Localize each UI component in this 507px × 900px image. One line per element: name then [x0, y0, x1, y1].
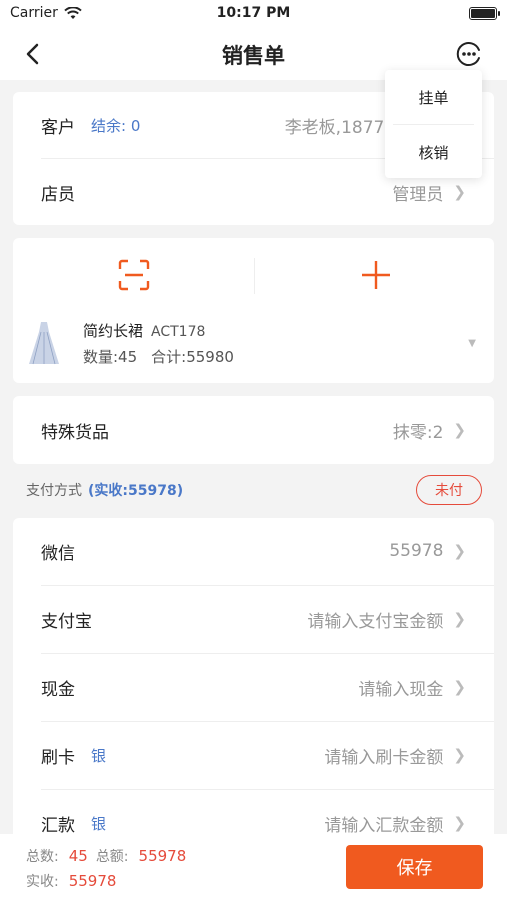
goods-summary-line: 数量:45 合计:55980: [83, 346, 234, 367]
expand-caret-icon[interactable]: ▼: [468, 338, 476, 349]
customer-label: 客户: [41, 117, 75, 138]
chevron-right-icon: ❯: [453, 814, 466, 832]
payment-method-value: 55978: [389, 541, 444, 561]
chevron-right-icon: ❯: [453, 678, 466, 696]
status-time: 10:17 PM: [216, 5, 291, 21]
special-goods-card: 特殊货品 抹零:2 ❯: [13, 396, 494, 464]
bank-tag[interactable]: 银: [91, 745, 106, 766]
payment-method-label: 微信: [41, 543, 75, 564]
payment-status-badge[interactable]: 未付: [416, 475, 482, 505]
more-circle-icon: [456, 42, 480, 66]
bottom-bar: 总数: 45 总额: 55978 实收: 55978 保存: [0, 834, 507, 900]
payment-value-group: 55978 ❯: [389, 541, 466, 561]
payment-method-input[interactable]: 请输入刷卡金额: [324, 743, 443, 768]
payment-method-input[interactable]: 请输入现金: [358, 675, 443, 700]
clerk-value-group: 管理员 ❯: [392, 180, 466, 205]
special-goods-row[interactable]: 特殊货品 抹零:2 ❯: [13, 396, 494, 464]
goods-name: 简约长裙: [83, 322, 144, 340]
scan-button[interactable]: [117, 258, 151, 292]
menu-item-write-off[interactable]: 核销: [385, 125, 482, 179]
menu-item-hang-order[interactable]: 挂单: [385, 70, 482, 124]
special-goods-label: 特殊货品: [41, 422, 109, 443]
add-goods-button[interactable]: [359, 258, 393, 292]
payment-actual-amount: (实收:55978): [88, 483, 184, 499]
dress-thumbnail: [29, 322, 59, 365]
page-title: 销售单: [222, 44, 285, 68]
more-menu: 挂单 核销: [385, 70, 482, 178]
payment-method-label: 支付宝: [41, 611, 92, 632]
chevron-right-icon: ❯: [453, 421, 466, 439]
goods-quantity: 数量:45: [83, 348, 138, 366]
payment-method-input[interactable]: 请输入汇款金额: [324, 811, 443, 836]
payment-method-input[interactable]: 请输入支付宝金额: [307, 607, 443, 632]
payment-row-alipay[interactable]: 支付宝 请输入支付宝金额 ❯: [13, 586, 494, 652]
goods-name-line: 简约长裙 ACT178: [83, 320, 205, 341]
payment-header: 支付方式 (实收:55978) 未付: [26, 474, 482, 506]
total-amount-label: 总额:: [95, 849, 129, 865]
total-count-value: 45: [68, 847, 88, 865]
plus-icon: [362, 261, 390, 289]
payment-row-card[interactable]: 刷卡 银 请输入刷卡金额 ❯: [13, 722, 494, 788]
action-divider: [254, 258, 255, 294]
payment-row-cash[interactable]: 现金 请输入现金 ❯: [13, 654, 494, 720]
chevron-right-icon: ❯: [453, 183, 466, 201]
chevron-right-icon: ❯: [453, 542, 466, 560]
payment-value-group: 请输入汇款金额 ❯: [324, 811, 466, 836]
summary-line-received: 实收: 55978: [26, 869, 194, 894]
special-goods-value-group: 抹零:2 ❯: [393, 418, 466, 443]
save-button[interactable]: 保存: [346, 845, 483, 889]
chevron-right-icon: ❯: [453, 610, 466, 628]
received-value: 55978: [68, 872, 117, 890]
goods-card: 简约长裙 ACT178 数量:45 合计:55980 ▼: [13, 238, 494, 383]
received-label: 实收:: [26, 874, 59, 890]
payment-method-label: 现金: [41, 679, 75, 700]
payment-method-label: 汇款: [41, 815, 75, 836]
goods-actions: [13, 238, 494, 314]
payment-header-label: 支付方式: [26, 483, 82, 499]
battery-icon: [469, 7, 500, 20]
payment-methods-card: 微信 55978 ❯ 支付宝 请输入支付宝金额 ❯ 现金 请输入现金 ❯ 刷卡 …: [13, 518, 494, 848]
goods-item[interactable]: 简约长裙 ACT178 数量:45 合计:55980 ▼: [13, 314, 494, 382]
payment-value-group: 请输入刷卡金额 ❯: [324, 743, 466, 768]
scan-icon: [118, 259, 150, 291]
total-count-label: 总数:: [26, 849, 59, 865]
payment-value-group: 请输入支付宝金额 ❯: [307, 607, 466, 632]
payment-method-label: 刷卡: [41, 747, 75, 768]
goods-code: ACT178: [151, 324, 206, 340]
order-summary: 总数: 45 总额: 55978 实收: 55978: [26, 844, 194, 894]
clerk-label: 店员: [41, 184, 75, 205]
chevron-right-icon: ❯: [453, 746, 466, 764]
more-button[interactable]: [455, 40, 483, 68]
status-bar: Carrier 10:17 PM: [0, 0, 507, 28]
goods-total: 合计:55980: [151, 348, 234, 366]
clerk-value: 管理员: [392, 184, 444, 205]
payment-value-group: 请输入现金 ❯: [358, 675, 466, 700]
bank-tag[interactable]: 银: [91, 813, 106, 834]
total-amount-value: 55978: [138, 847, 187, 865]
special-goods-value: 抹零:2: [392, 422, 444, 443]
balance-tag: 结余: 0: [91, 116, 141, 135]
summary-line-totals: 总数: 45 总额: 55978: [26, 844, 194, 869]
payment-row-wechat[interactable]: 微信 55978 ❯: [13, 518, 494, 584]
